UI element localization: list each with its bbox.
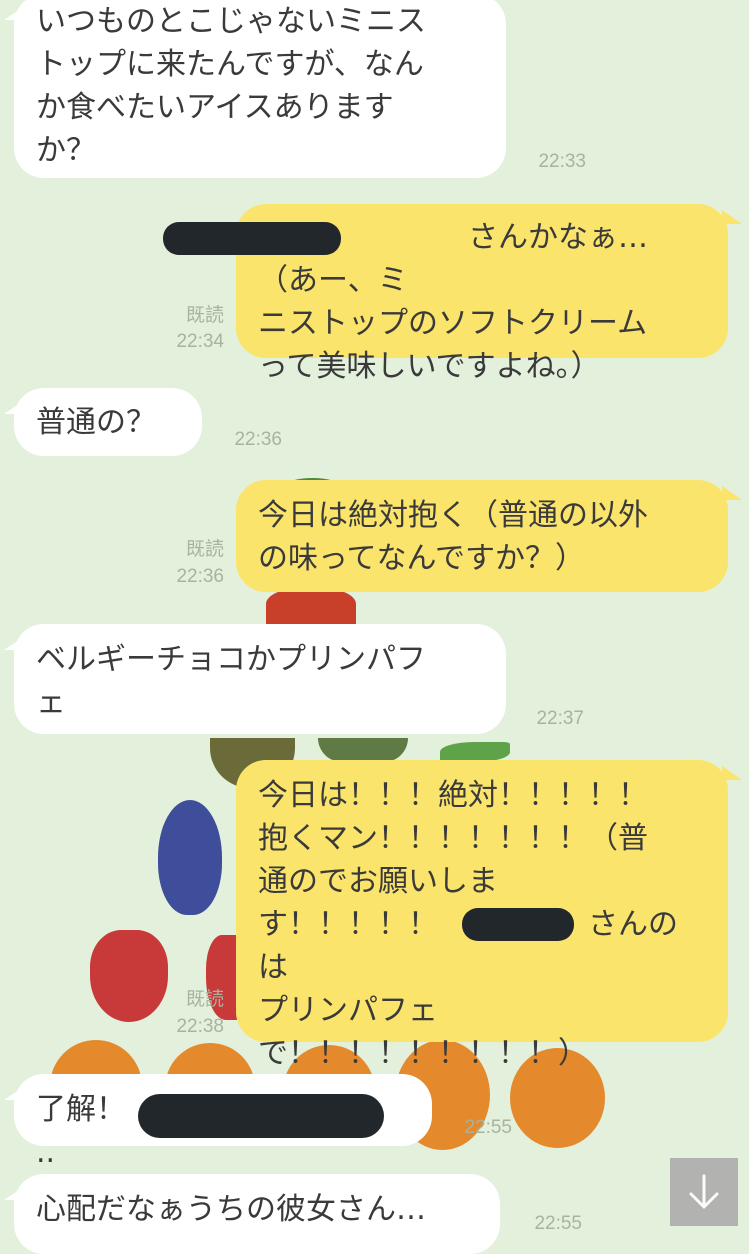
message-bubble-incoming[interactable]: 普通の？ bbox=[4, 388, 202, 456]
message-timestamp: 22:33 bbox=[538, 151, 586, 172]
message-timestamp: 22:55 bbox=[534, 1213, 582, 1234]
arrow-down-icon bbox=[689, 1174, 719, 1209]
chat-thread: いつものとこじゃないミニス トップに来たんですが、なん か食べたいアイスあります… bbox=[0, 0, 749, 1254]
message-bubble-outgoing[interactable]: 今日は！！！絶対！！！！！ 抱くマン！！！！！！！（普 通のでお願いしま す！！… bbox=[236, 760, 742, 1071]
message-bubble-outgoing[interactable]: 今日は絶対抱く（普通の以外 の味ってなんですか？） bbox=[236, 480, 742, 592]
message-timestamp: 22:36 bbox=[234, 429, 282, 450]
message-timestamp: 22:34 bbox=[176, 331, 224, 352]
wallpaper-plum-decoration bbox=[158, 800, 222, 915]
message-timestamp: 22:37 bbox=[536, 708, 584, 729]
message-timestamp: 22:38 bbox=[176, 1016, 224, 1037]
redaction-block bbox=[462, 908, 574, 941]
wallpaper-strawberry-decoration bbox=[90, 930, 168, 1022]
read-receipt: 既読 bbox=[185, 989, 224, 1010]
message-bubble-incoming[interactable]: ベルギーチョコかプリンパフ ェ bbox=[4, 624, 506, 734]
wallpaper-pear-decoration-2 bbox=[318, 738, 408, 762]
message-timestamp: 22:55 bbox=[464, 1117, 512, 1138]
wallpaper-apple-decoration bbox=[266, 588, 356, 628]
message-bubble-incoming[interactable]: いつものとこじゃないミニス トップに来たんですが、なん か食べたいアイスあります… bbox=[4, 0, 506, 178]
redaction-block bbox=[163, 222, 341, 255]
read-receipt: 既読 bbox=[185, 539, 224, 560]
message-timestamp: 22:36 bbox=[176, 566, 224, 587]
read-receipt: 既読 bbox=[185, 305, 224, 326]
scroll-to-bottom-button[interactable] bbox=[670, 1158, 738, 1226]
redaction-block bbox=[138, 1094, 384, 1138]
message-bubble-incoming[interactable]: 心配だなぁうちの彼女さん… bbox=[4, 1174, 500, 1254]
wallpaper-leaf-decoration-2 bbox=[440, 742, 510, 762]
